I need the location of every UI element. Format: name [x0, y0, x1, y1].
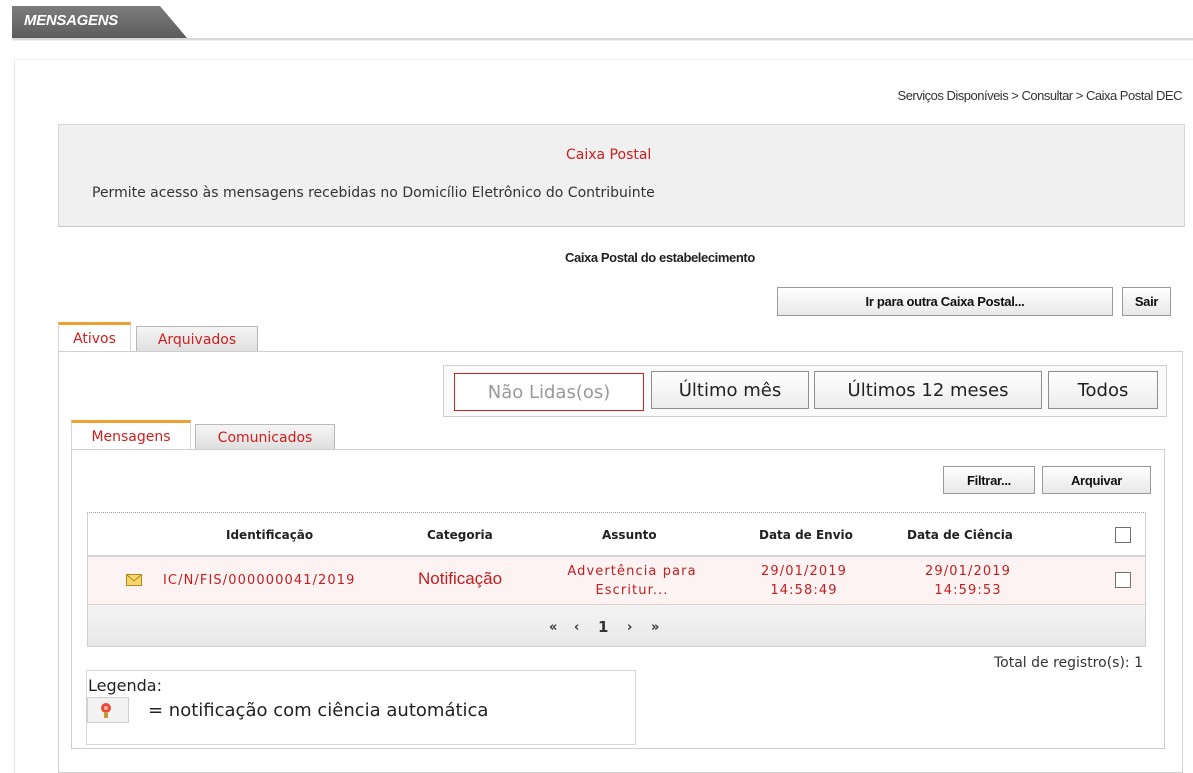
page-description: Permite acesso às mensagens recebidas no…: [92, 185, 655, 201]
archive-button[interactable]: Arquivar: [1042, 466, 1151, 494]
exit-button[interactable]: Sair: [1122, 287, 1171, 316]
tab-mensagens[interactable]: Mensagens: [71, 420, 191, 450]
total-records: Total de registro(s): 1: [993, 655, 1143, 671]
last-page-button[interactable]: »: [651, 620, 659, 635]
pagination-bar: [88, 605, 1145, 646]
row-checkbox[interactable]: [1115, 572, 1131, 588]
tab-ativos[interactable]: Ativos: [58, 322, 131, 352]
current-page[interactable]: 1: [598, 618, 608, 636]
column-header-ack-date[interactable]: Data de Ciência: [907, 528, 1013, 542]
auto-acknowledgement-icon: [101, 703, 111, 718]
legend-title: Legenda:: [88, 676, 162, 695]
tab-arquivados[interactable]: Arquivados: [136, 326, 258, 352]
column-header-subject[interactable]: Assunto: [602, 528, 657, 542]
filter-last-month-button[interactable]: Último mês: [651, 371, 809, 409]
column-header-identification[interactable]: Identificação: [226, 528, 313, 542]
column-header-sent-date[interactable]: Data de Envio: [759, 528, 853, 542]
select-all-checkbox[interactable]: [1115, 527, 1131, 543]
page-title: Caixa Postal: [566, 147, 652, 163]
message-subject-line2[interactable]: Escritur...: [566, 582, 698, 600]
info-panel: [58, 124, 1185, 227]
content-border-left: [14, 60, 15, 773]
column-header-category[interactable]: Categoria: [427, 528, 493, 542]
tab-comunicados[interactable]: Comunicados: [195, 424, 335, 450]
message-identification-link[interactable]: IC/N/FIS/000000041/2019: [163, 572, 356, 590]
message-subject-line1[interactable]: Advertência para: [566, 563, 698, 581]
breadcrumb: Serviços Disponíveis > Consultar > Caixa…: [897, 88, 1183, 103]
filter-button[interactable]: Filtrar...: [943, 466, 1035, 494]
message-sent-date: 29/01/2019: [761, 564, 847, 579]
message-category: Notificação: [418, 569, 503, 588]
filter-unread-button[interactable]: Não Lidas(os): [454, 373, 644, 411]
filter-all-button[interactable]: Todos: [1048, 371, 1158, 409]
section-title: Caixa Postal do estabelecimento: [565, 250, 755, 265]
previous-page-button[interactable]: ‹: [574, 620, 579, 635]
first-page-button[interactable]: «: [549, 620, 557, 635]
envelope-icon: [126, 574, 142, 586]
header-divider-shadow: [12, 40, 1193, 41]
message-ack-time: 14:59:53: [934, 583, 1002, 598]
module-tab-label: MENSAGENS: [24, 12, 118, 29]
content-border-top: [14, 59, 1193, 60]
other-mailbox-button[interactable]: Ir para outra Caixa Postal...: [777, 287, 1113, 316]
message-sent-time: 14:58:49: [770, 583, 838, 598]
filter-last-12-months-button[interactable]: Últimos 12 meses: [814, 371, 1042, 409]
message-ack-date: 29/01/2019: [925, 564, 1011, 579]
legend-text: = notificação com ciência automática: [148, 700, 489, 721]
next-page-button[interactable]: ›: [627, 620, 632, 635]
